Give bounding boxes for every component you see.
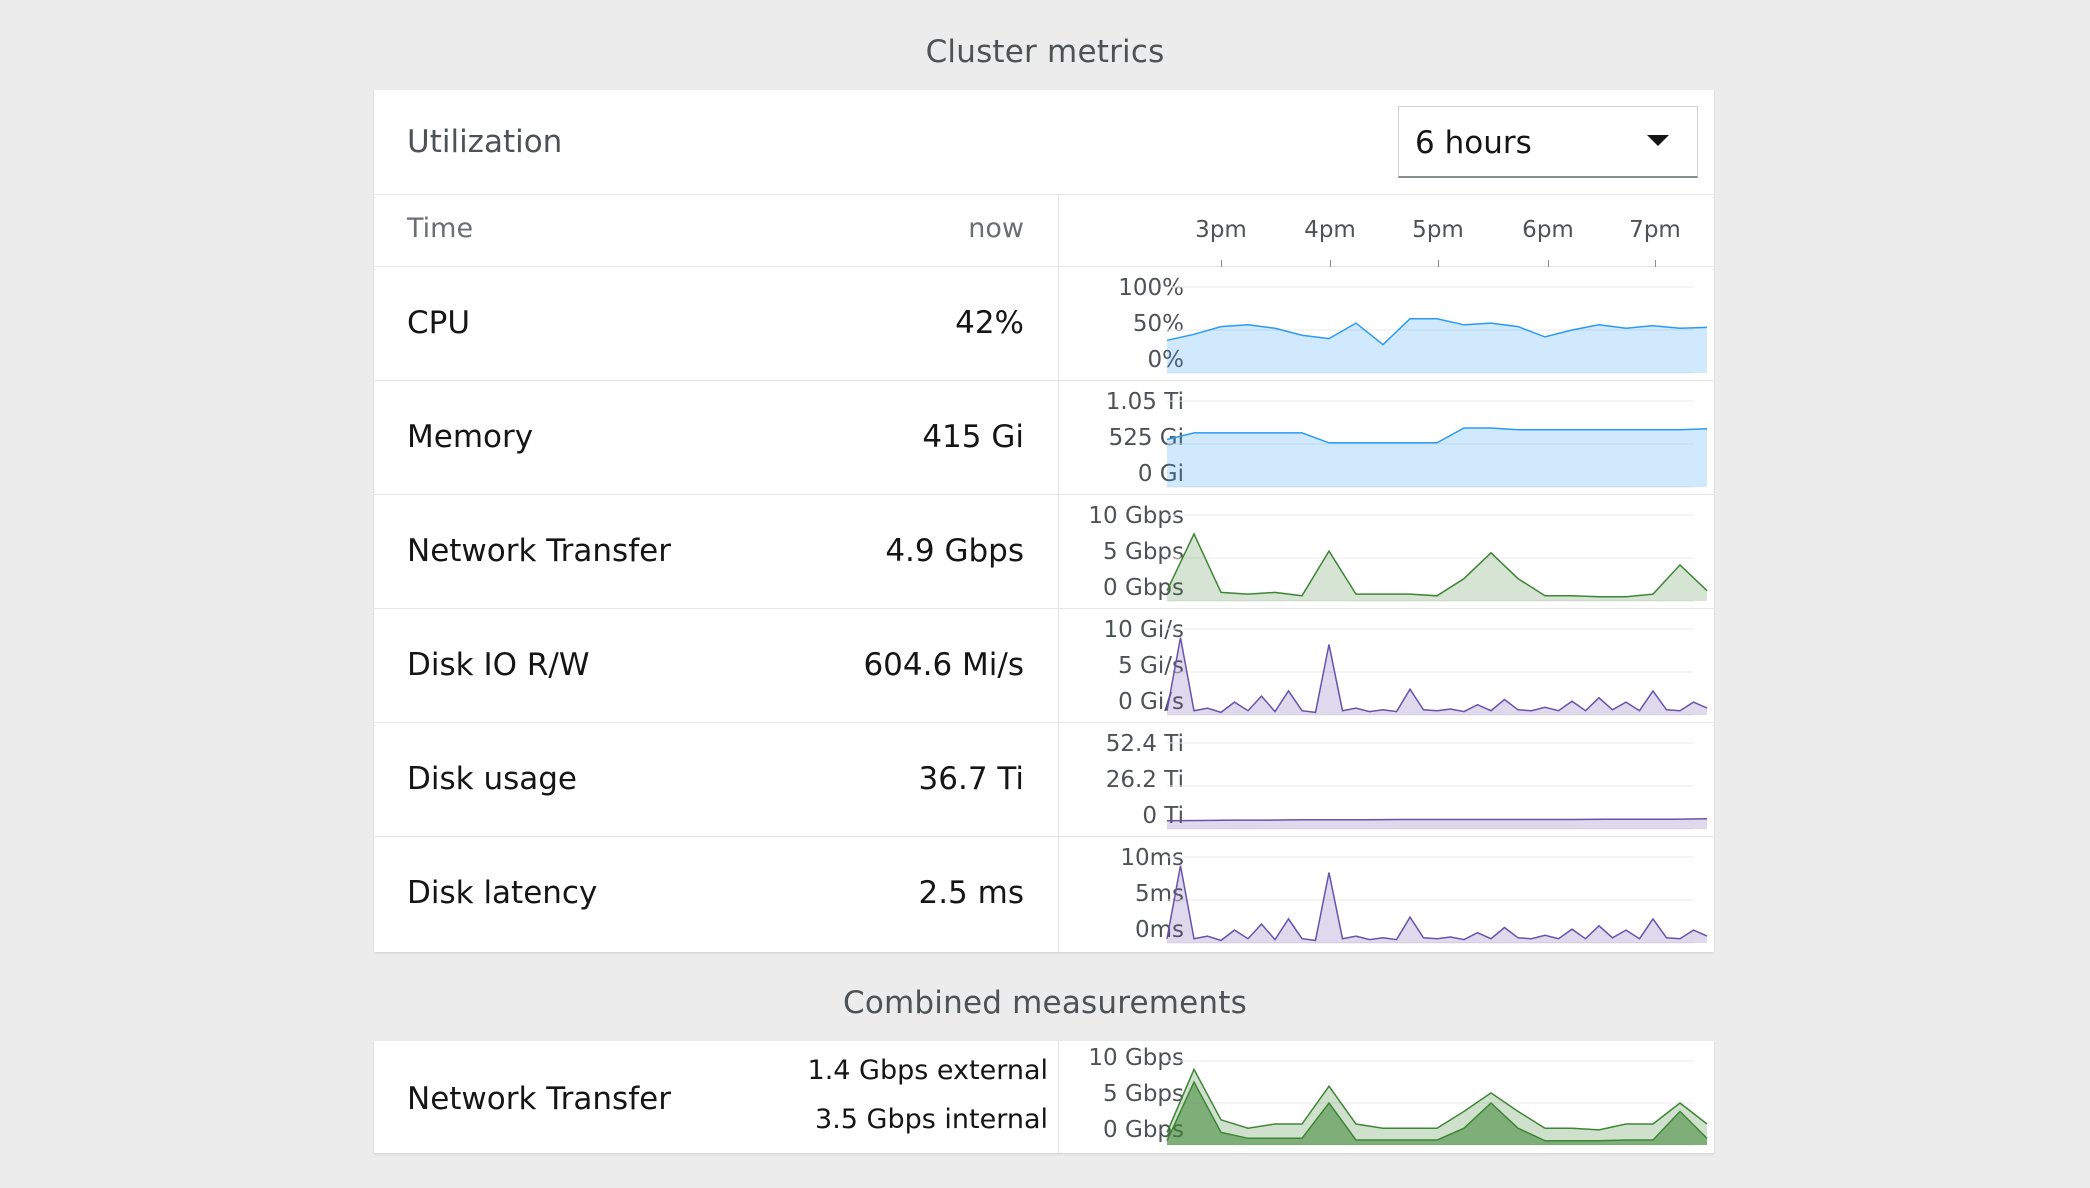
metric-value: 415 Gi [922,419,1024,455]
time-tick-mark [1330,260,1331,267]
cpu-sparkline [1166,286,1708,374]
time-tick-label: 7pm [1629,217,1681,243]
time-tick-mark [1221,260,1222,267]
time-header: Time [407,213,474,244]
caret-down-icon [1647,135,1669,146]
page-title: Cluster metrics [925,34,1165,70]
utilization-header: Utilization 6 hours [374,90,1714,195]
metric-row-disk-io[interactable]: Disk IO R/W 604.6 Mi/s 10 Gi/s 5 Gi/s 0 … [374,609,1714,723]
disk-io-sparkline [1166,628,1708,716]
combined-card[interactable]: Network Transfer 1.4 Gbps external 3.5 G… [374,1041,1714,1153]
series-line-external [1166,1067,1708,1133]
time-tick-mark [1655,260,1656,267]
time-tick-label: 4pm [1304,217,1356,243]
series-area-disk-io-r/w [1167,637,1707,715]
metric-name: Disk IO R/W [407,647,590,683]
memory-sparkline [1166,400,1708,488]
series-line-network-transfer [1166,532,1708,598]
metric-row-memory[interactable]: Memory 415 Gi 1.05 Ti 525 Gi 0 Gi [374,381,1714,495]
metric-row-network-transfer[interactable]: Network Transfer 4.9 Gbps 10 Gbps 5 Gbps… [374,495,1714,609]
now-header: now [968,213,1024,244]
metric-name: CPU [407,305,471,341]
time-tick-label: 5pm [1412,217,1464,243]
time-range-value: 6 hours [1415,125,1532,161]
utilization-card: Utilization 6 hours Time now 3pm 4pm 5pm… [374,90,1714,952]
series-area-network-transfer [1167,533,1707,601]
metric-name: Network Transfer [407,533,671,569]
series-area-memory [1167,428,1707,487]
internal-value: 3.5 Gbps internal [815,1104,1048,1135]
metric-value: 4.9 Gbps [885,533,1024,569]
metric-name: Memory [407,419,534,455]
disk-usage-sparkline [1166,742,1708,830]
metric-name: Disk usage [407,761,577,797]
metric-row-disk-usage[interactable]: Disk usage 36.7 Ti 52.4 Ti 26.2 Ti 0 Ti [374,723,1714,837]
metric-value: 42% [955,305,1024,341]
disk-latency-sparkline [1166,856,1708,944]
external-value: 1.4 Gbps external [807,1055,1048,1086]
time-tick-label: 6pm [1522,217,1574,243]
series-area-cpu [1167,318,1707,373]
series-area-external [1167,1069,1707,1145]
series-area-disk-latency [1167,865,1707,943]
metric-value: 36.7 Ti [918,761,1024,797]
combined-network-sparkline [1166,1060,1708,1146]
metric-row-disk-latency[interactable]: Disk latency 2.5 ms 10ms 5ms 0ms [374,837,1714,951]
metric-name: Disk latency [407,875,598,911]
section-title-combined: Combined measurements [843,985,1247,1021]
utilization-title: Utilization [407,124,563,160]
time-tick-mark [1438,260,1439,267]
network-sparkline [1166,514,1708,602]
metric-name: Network Transfer [407,1081,671,1117]
series-line-disk-latency [1166,865,1708,942]
time-tick-mark [1548,260,1549,267]
metric-row-cpu[interactable]: CPU 42% 100% 50% 0% [374,267,1714,381]
metric-value: 2.5 ms [918,875,1024,911]
series-line-disk-io-r/w [1166,637,1708,714]
metric-value: 604.6 Mi/s [863,647,1024,683]
time-axis-row: Time now 3pm 4pm 5pm 6pm 7pm [374,195,1714,267]
time-tick-label: 3pm [1195,217,1247,243]
time-range-dropdown[interactable]: 6 hours [1398,106,1698,178]
